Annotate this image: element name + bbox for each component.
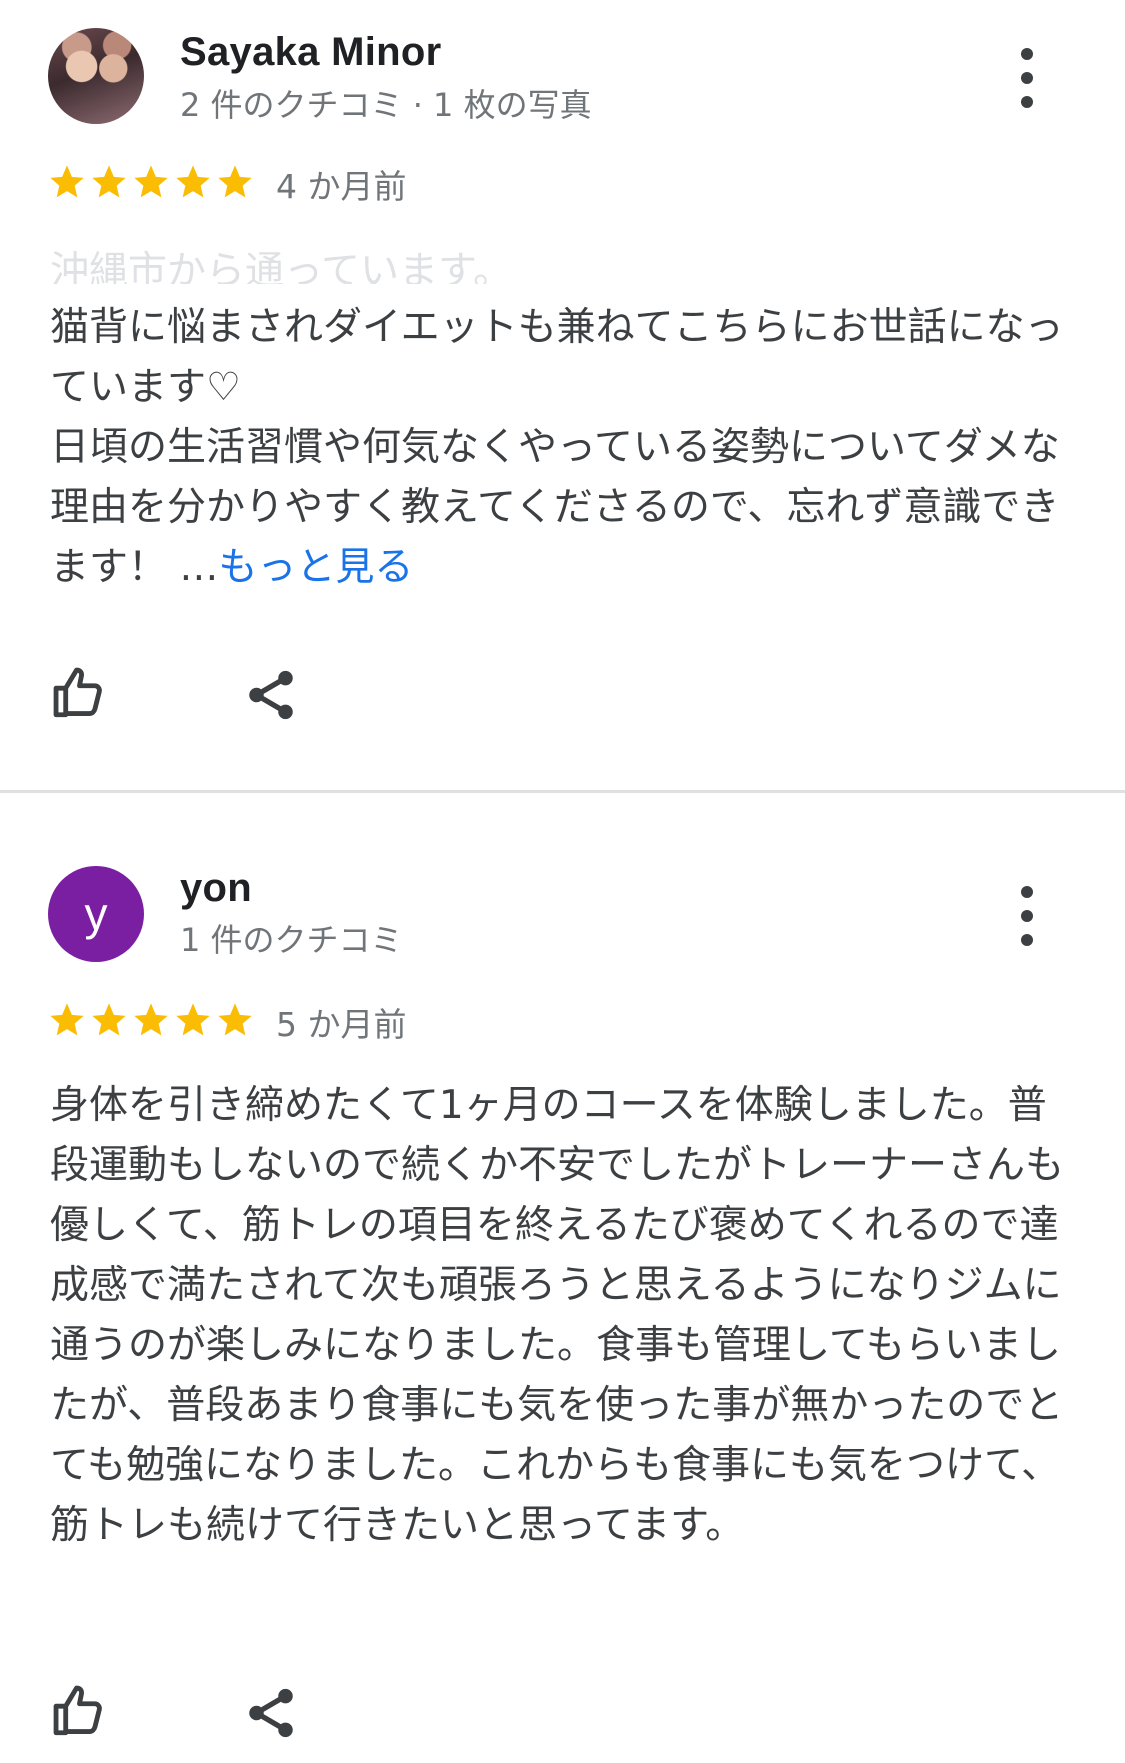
star-icon — [218, 1003, 252, 1036]
thumb-up-icon[interactable] — [50, 1682, 108, 1740]
more-vert-icon[interactable] — [1007, 48, 1047, 108]
star-icon — [134, 165, 168, 198]
author-meta: 1 件のクチコミ — [180, 921, 403, 959]
avatar[interactable]: y — [48, 866, 144, 962]
review-text-content: 猫背に悩まされダイエットも兼ねてこちらにお世話になっています♡ 日頃の生活習慣や… — [50, 305, 1064, 590]
review-card: Sayaka Minor 2 件のクチコミ · 1 枚の写真 4 か月前 沖縄市… — [0, 0, 1125, 790]
star-icon — [176, 165, 210, 198]
star-icon — [50, 165, 84, 198]
star-icon — [218, 165, 252, 198]
review-age: 4 か月前 — [276, 167, 407, 206]
more-vert-icon[interactable] — [1007, 886, 1047, 946]
divider — [0, 790, 1125, 793]
author-name[interactable]: Sayaka Minor — [180, 30, 442, 75]
review-text: 猫背に悩まされダイエットも兼ねてこちらにお世話になっています♡ 日頃の生活習慣や… — [50, 298, 1080, 598]
star-icon — [50, 1003, 84, 1036]
avatar[interactable] — [48, 28, 144, 124]
star-icon — [176, 1003, 210, 1036]
review-text: 身体を引き締めたくて1ヶ月のコースを体験しました。普段運動もしないので続くか不安… — [50, 1083, 1065, 1548]
more-link[interactable]: もっと見る — [218, 545, 413, 590]
review-age: 5 か月前 — [276, 1005, 407, 1044]
star-rating — [46, 162, 256, 202]
avatar-letter: y — [84, 888, 108, 940]
thumb-up-icon[interactable] — [50, 664, 108, 722]
author-name[interactable]: yon — [180, 866, 252, 911]
author-meta: 2 件のクチコミ · 1 枚の写真 — [180, 86, 592, 124]
star-icon — [92, 165, 126, 198]
star-rating — [46, 1000, 256, 1040]
share-icon[interactable] — [242, 666, 300, 724]
review-card: y yon 1 件のクチコミ 5 か月前 身体を引き締めたくて1ヶ月のコースを体… — [0, 800, 1125, 1763]
star-icon — [92, 1003, 126, 1036]
review-text-faded-line: 沖縄市から通っています。 — [50, 250, 513, 284]
star-icon — [134, 1003, 168, 1036]
share-icon[interactable] — [242, 1684, 300, 1742]
